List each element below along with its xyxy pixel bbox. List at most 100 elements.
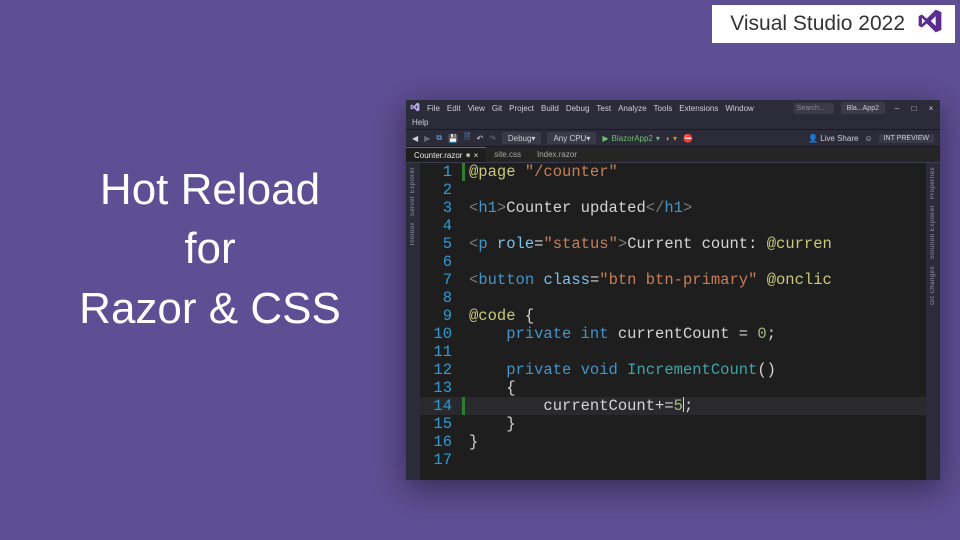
save-all-icon[interactable]: 🗎 bbox=[464, 131, 470, 145]
code-content: private int currentCount = 0; bbox=[465, 325, 776, 343]
code-content bbox=[465, 181, 469, 199]
tab-index-razor[interactable]: Index.razor bbox=[529, 147, 585, 162]
code-content: @page "/counter" bbox=[465, 163, 618, 181]
code-line[interactable]: 5<p role="status">Current count: @curren bbox=[420, 235, 926, 253]
menu-item[interactable]: Test bbox=[596, 104, 611, 113]
search-input[interactable]: Search... bbox=[794, 103, 834, 114]
line-number: 14 bbox=[420, 397, 462, 415]
line-number: 11 bbox=[420, 343, 462, 361]
code-line[interactable]: 10 private int currentCount = 0; bbox=[420, 325, 926, 343]
stop-icon[interactable]: ⛔ bbox=[683, 134, 693, 143]
menu-item[interactable]: View bbox=[468, 104, 485, 113]
menu-item[interactable]: Extensions bbox=[679, 104, 718, 113]
code-content: <button class="btn btn-primary" @onclic bbox=[465, 271, 832, 289]
code-content bbox=[465, 343, 469, 361]
line-number: 6 bbox=[420, 253, 462, 271]
slide-title-line: for bbox=[30, 219, 390, 278]
config-dropdown[interactable]: Debug ▾ bbox=[502, 132, 542, 144]
code-content bbox=[465, 253, 469, 271]
live-share-button[interactable]: 👤 Live Share bbox=[808, 134, 858, 143]
code-line[interactable]: 15 } bbox=[420, 415, 926, 433]
code-line[interactable]: 9@code { bbox=[420, 307, 926, 325]
code-line[interactable]: 6 bbox=[420, 253, 926, 271]
undo-icon[interactable]: ↶ bbox=[476, 134, 483, 143]
menu-item[interactable]: Git bbox=[492, 104, 502, 113]
line-number: 2 bbox=[420, 181, 462, 199]
menu-item[interactable]: Edit bbox=[447, 104, 461, 113]
brand-label: Visual Studio 2022 bbox=[730, 12, 905, 36]
brand-chip: Visual Studio 2022 bbox=[712, 5, 955, 43]
right-tool-rail: Properties Solution Explorer Git Changes bbox=[926, 163, 940, 480]
line-number: 16 bbox=[420, 433, 462, 451]
maximize-button[interactable]: □ bbox=[909, 104, 919, 113]
code-line[interactable]: 3<h1>Counter updated</h1> bbox=[420, 199, 926, 217]
visual-studio-icon bbox=[917, 8, 943, 40]
code-line[interactable]: 12 private void IncrementCount() bbox=[420, 361, 926, 379]
line-number: 12 bbox=[420, 361, 462, 379]
code-content: private void IncrementCount() bbox=[465, 361, 776, 379]
code-content: currentCount+=5; bbox=[465, 397, 693, 415]
solution-tab[interactable]: Bla...App2 bbox=[841, 102, 885, 114]
save-icon[interactable]: 💾 bbox=[448, 134, 458, 143]
server-explorer-tab[interactable]: Server Explorer bbox=[410, 167, 416, 216]
ide-window: File Edit View Git Project Build Debug T… bbox=[406, 100, 940, 480]
code-content: } bbox=[465, 433, 478, 451]
platform-dropdown[interactable]: Any CPU ▾ bbox=[547, 132, 596, 144]
solution-explorer-tab[interactable]: Solution Explorer bbox=[930, 205, 936, 259]
line-number: 15 bbox=[420, 415, 462, 433]
editor-tabs: Counter.razor ⁕ × site.css Index.razor bbox=[406, 147, 940, 163]
redo-icon[interactable]: ↷ bbox=[489, 134, 496, 143]
code-line[interactable]: 8 bbox=[420, 289, 926, 307]
code-line[interactable]: 4 bbox=[420, 217, 926, 235]
toolbar: ◀ ▶ ⧉ 💾 🗎 ↶ ↷ Debug ▾ Any CPU ▾ ▶ Blazor… bbox=[406, 129, 940, 147]
close-button[interactable]: × bbox=[926, 104, 936, 113]
menu-item[interactable]: Help bbox=[412, 118, 428, 127]
menu-item[interactable]: File bbox=[427, 104, 440, 113]
code-line[interactable]: 7<button class="btn btn-primary" @onclic bbox=[420, 271, 926, 289]
code-line[interactable]: 17 bbox=[420, 451, 926, 469]
line-number: 4 bbox=[420, 217, 462, 235]
line-number: 8 bbox=[420, 289, 462, 307]
run-button[interactable]: ▶ BlazorApp2 ▾ bbox=[602, 134, 660, 143]
line-number: 13 bbox=[420, 379, 462, 397]
menu-item[interactable]: Analyze bbox=[618, 104, 646, 113]
menu-item[interactable]: Build bbox=[541, 104, 559, 113]
slide-title: Hot Reload for Razor & CSS bbox=[30, 160, 390, 338]
menu-bar-row2: Help bbox=[406, 116, 940, 129]
code-line[interactable]: 13 { bbox=[420, 379, 926, 397]
properties-tab[interactable]: Properties bbox=[930, 167, 936, 199]
code-line[interactable]: 1@page "/counter" bbox=[420, 163, 926, 181]
menu-item[interactable]: Project bbox=[509, 104, 534, 113]
menu-item[interactable]: Tools bbox=[654, 104, 673, 113]
toolbox-tab[interactable]: Toolbox bbox=[410, 222, 416, 246]
menu-item[interactable]: Debug bbox=[566, 104, 590, 113]
code-content: { bbox=[465, 379, 516, 397]
nav-back-icon[interactable]: ◀ bbox=[412, 134, 418, 143]
code-content: @code { bbox=[465, 307, 534, 325]
line-number: 1 bbox=[420, 163, 462, 181]
line-number: 10 bbox=[420, 325, 462, 343]
feedback-icon[interactable]: ☺ bbox=[864, 134, 872, 143]
code-line[interactable]: 14 currentCount+=5; bbox=[420, 397, 926, 415]
code-content: } bbox=[465, 415, 516, 433]
tab-counter-razor[interactable]: Counter.razor ⁕ × bbox=[406, 147, 486, 162]
slide-title-line: Razor & CSS bbox=[30, 279, 390, 338]
code-content: <h1>Counter updated</h1> bbox=[465, 199, 692, 217]
code-line[interactable]: 16} bbox=[420, 433, 926, 451]
git-changes-tab[interactable]: Git Changes bbox=[930, 266, 936, 305]
menu-item[interactable]: Window bbox=[725, 104, 753, 113]
code-content: <p role="status">Current count: @curren bbox=[465, 235, 832, 253]
code-editor[interactable]: 1@page "/counter"23<h1>Counter updated</… bbox=[420, 163, 926, 480]
code-line[interactable]: 2 bbox=[420, 181, 926, 199]
line-number: 7 bbox=[420, 271, 462, 289]
line-number: 9 bbox=[420, 307, 462, 325]
new-item-icon[interactable]: ⧉ bbox=[436, 133, 442, 143]
visual-studio-icon bbox=[410, 102, 420, 114]
minimize-button[interactable]: – bbox=[892, 104, 902, 113]
tab-site-css[interactable]: site.css bbox=[486, 147, 529, 162]
nav-fwd-icon[interactable]: ▶ bbox=[424, 134, 430, 143]
code-content bbox=[465, 451, 469, 469]
code-line[interactable]: 11 bbox=[420, 343, 926, 361]
code-content bbox=[465, 217, 469, 235]
hot-reload-button[interactable]: ◐ ▾ bbox=[666, 134, 677, 143]
